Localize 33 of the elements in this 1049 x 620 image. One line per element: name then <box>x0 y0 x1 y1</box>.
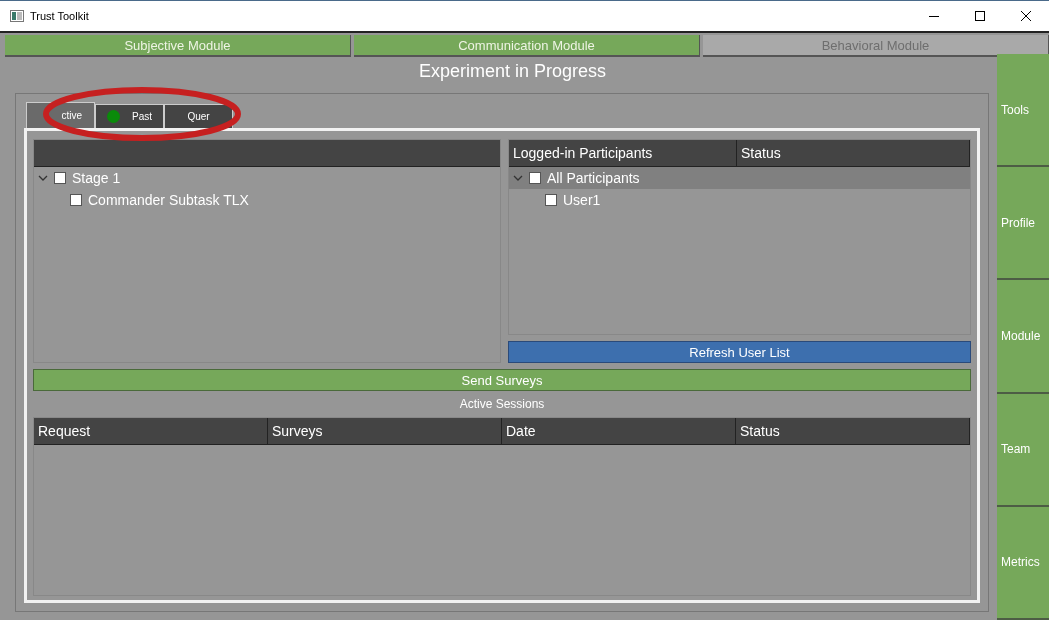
checkbox[interactable] <box>545 194 557 206</box>
refresh-button[interactable]: Refresh User List <box>508 341 971 363</box>
column-header: Status <box>736 418 970 444</box>
tree-item-label[interactable]: Commander Subtask TLX <box>88 192 249 208</box>
sidebar-button[interactable]: Module <box>997 280 1049 394</box>
column-header: Request <box>34 418 268 444</box>
tree-item-label[interactable]: All Participants <box>547 170 640 186</box>
column-header: Date <box>502 418 736 444</box>
module-tab[interactable]: Communication Module <box>354 35 700 57</box>
section-title: Active Sessions <box>458 396 546 413</box>
sidebar-button[interactable]: Metrics <box>997 506 1049 620</box>
window-title: Trust Toolkit <box>30 10 90 22</box>
app-icon <box>10 10 24 22</box>
checkbox[interactable] <box>70 194 82 206</box>
tree-item-label[interactable]: Stage 1 <box>72 170 121 186</box>
sidebar-button[interactable]: Profile <box>997 167 1049 281</box>
send-button[interactable]: Send Surveys <box>33 369 971 391</box>
sidebar-button[interactable]: Tools <box>997 54 1049 168</box>
tab[interactable]: Past <box>95 104 164 128</box>
column-header: Status <box>737 140 970 166</box>
chevron-icon[interactable] <box>513 174 523 182</box>
column-header: Logged-in Participants <box>509 140 737 166</box>
page-heading: Experiment in Progress <box>417 60 608 83</box>
sidebar-button[interactable]: Team <box>997 393 1049 507</box>
tree-item-label[interactable]: User1 <box>563 192 601 208</box>
column-header: Surveys <box>268 418 502 444</box>
tab[interactable]: Quer <box>164 104 233 128</box>
tree-row-highlight[interactable]: All Participants <box>509 167 970 189</box>
chevron-icon[interactable] <box>38 174 48 182</box>
status-dot-icon <box>107 110 120 123</box>
checkbox[interactable] <box>54 172 66 184</box>
checkbox[interactable] <box>529 172 541 184</box>
module-tab[interactable]: Subjective Module <box>5 35 351 57</box>
